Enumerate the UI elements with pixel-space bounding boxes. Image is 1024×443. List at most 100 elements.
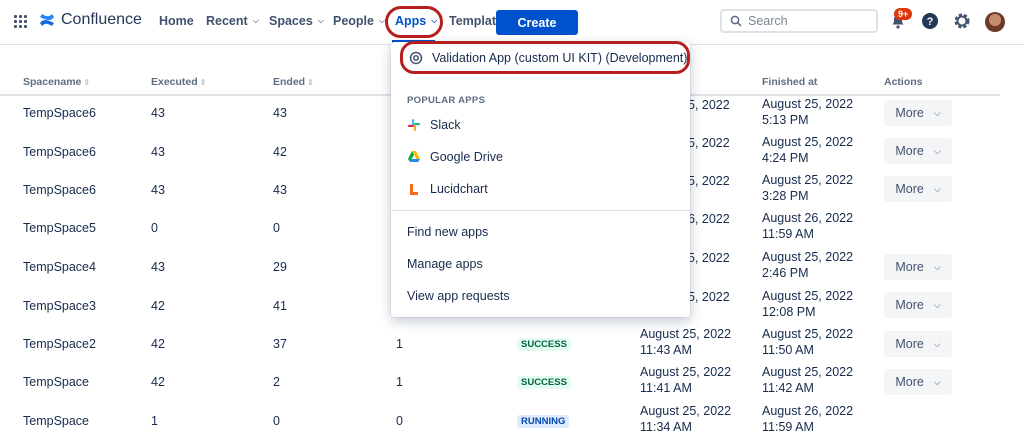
more-button[interactable]: More ⌵ [884, 292, 952, 318]
cell-count: 1 [396, 337, 403, 351]
column-header-ended[interactable]: Ended ⇕ [273, 76, 314, 88]
cell-finished-at: August 26, 2022 11:59 AM [762, 210, 853, 242]
cell-count: 1 [396, 375, 403, 389]
cell-spacename: TempSpace3 [23, 299, 96, 313]
popular-apps-heading: POPULAR APPS [407, 95, 486, 106]
cell-ended: 2 [273, 375, 280, 389]
menu-item-label: Manage apps [407, 257, 483, 271]
menu-item-manage-apps[interactable]: Manage apps [407, 257, 483, 271]
started-date: August 25, 2022 [640, 327, 732, 341]
finished-time: 5:13 PM [762, 113, 809, 127]
cell-ended: 29 [273, 260, 287, 274]
confluence-logo-icon [40, 14, 54, 26]
more-label: More [895, 337, 924, 351]
cell-spacename: TempSpace5 [23, 221, 96, 235]
chevron-down-icon: ⌵ [933, 145, 941, 156]
sort-icon: ⇕ [199, 78, 207, 87]
search-icon [730, 15, 742, 27]
column-header-actions: Actions [884, 76, 923, 88]
sort-icon: ⇕ [83, 78, 91, 87]
status-badge: SUCCESS [517, 338, 571, 351]
finished-time: 11:50 AM [762, 343, 814, 357]
cell-finished-at: August 25, 2022 12:08 PM [762, 288, 853, 320]
more-label: More [895, 375, 924, 389]
more-button[interactable]: More ⌵ [884, 331, 952, 357]
more-label: More [895, 260, 924, 274]
cell-started-at: 5, 2022 [688, 98, 730, 112]
nav-recent-label: Recent [206, 14, 248, 28]
nav-people[interactable]: People ⌵ [333, 14, 385, 28]
notification-badge: 9+ [894, 8, 913, 20]
started-time: 11:41 AM [640, 381, 692, 395]
cell-started-at: 5, 2022 [688, 136, 730, 150]
nav-home[interactable]: Home [159, 14, 194, 28]
chevron-down-icon: ⌵ [933, 183, 941, 194]
cell-executed: 42 [151, 375, 165, 389]
avatar[interactable] [985, 12, 1005, 32]
cell-ended: 0 [273, 221, 280, 235]
finished-date: August 26, 2022 [762, 404, 854, 418]
finished-time: 11:42 AM [762, 381, 814, 395]
more-button[interactable]: More ⌵ [884, 100, 952, 126]
column-header-executed[interactable]: Executed ⇕ [151, 76, 206, 88]
started-time: 11:43 AM [640, 343, 692, 357]
menu-item-slack[interactable]: Slack [407, 118, 461, 132]
search-input[interactable]: Search [720, 9, 878, 33]
lucidchart-icon [410, 184, 418, 195]
menu-item-find-new-apps[interactable]: Find new apps [407, 225, 488, 239]
chevron-down-icon: ⌵ [933, 107, 941, 118]
table-row: TempSpace 42 2 1 SUCCESS August 25, 2022… [0, 364, 1000, 402]
cell-finished-at: August 25, 2022 5:13 PM [762, 96, 853, 128]
cell-started-at: August 25, 2022 11:34 AM [640, 403, 731, 435]
menu-item-label: Lucidchart [430, 182, 488, 196]
cell-executed: 43 [151, 145, 165, 159]
cell-spacename: TempSpace4 [23, 260, 96, 274]
cell-started-at: August 25, 2022 11:41 AM [640, 364, 731, 396]
cell-ended: 43 [273, 106, 287, 120]
app-name: Confluence [61, 11, 142, 28]
column-header-label: Actions [884, 76, 923, 88]
cell-ended: 42 [273, 145, 287, 159]
cell-ended: 0 [273, 414, 280, 428]
cell-executed: 42 [151, 337, 165, 351]
cell-finished-at: August 25, 2022 2:46 PM [762, 249, 853, 281]
more-label: More [895, 144, 924, 158]
top-navigation: Confluence Home Recent ⌵ Spaces ⌵ People ⌵ … [0, 0, 1024, 45]
cell-ended: 37 [273, 337, 287, 351]
cell-finished-at: August 25, 2022 11:42 AM [762, 364, 853, 396]
menu-item-view-app-requests[interactable]: View app requests [407, 289, 510, 303]
cell-started-at: 5, 2022 [688, 290, 730, 304]
nav-spaces[interactable]: Spaces ⌵ [269, 14, 324, 28]
help-button[interactable]: ? [921, 12, 939, 33]
more-label: More [895, 298, 924, 312]
more-button[interactable]: More ⌵ [884, 369, 952, 395]
finished-time: 2:46 PM [762, 266, 809, 280]
menu-item-google-drive[interactable]: Google Drive [407, 150, 503, 164]
annotation-highlight-validation-app [400, 41, 690, 74]
nav-people-label: People [333, 14, 374, 28]
cell-ended: 41 [273, 299, 287, 313]
column-header-spacename[interactable]: Spacename ⇕ [23, 76, 90, 88]
more-button[interactable]: More ⌵ [884, 138, 952, 164]
cell-executed: 43 [151, 106, 165, 120]
app-switcher-icon[interactable] [14, 15, 28, 29]
more-button[interactable]: More ⌵ [884, 254, 952, 280]
menu-item-label: Google Drive [430, 150, 503, 164]
more-label: More [895, 106, 924, 120]
cell-started-at: 6, 2022 [688, 212, 730, 226]
settings-button[interactable] [953, 12, 971, 33]
nav-recent[interactable]: Recent ⌵ [206, 14, 259, 28]
finished-date: August 25, 2022 [762, 327, 854, 341]
column-header-label: Ended [273, 76, 306, 88]
chevron-down-icon: ⌵ [933, 261, 941, 272]
confluence-logo[interactable]: Confluence [38, 11, 142, 29]
column-header-finished-at[interactable]: Finished at [762, 76, 817, 88]
cell-finished-at: August 25, 2022 11:50 AM [762, 326, 853, 358]
create-button[interactable]: Create [496, 10, 578, 35]
help-icon: ? [922, 13, 938, 29]
more-button[interactable]: More ⌵ [884, 176, 952, 202]
cell-spacename: TempSpace2 [23, 337, 96, 351]
cell-finished-at: August 25, 2022 4:24 PM [762, 134, 853, 166]
status-badge: RUNNING [517, 415, 570, 428]
menu-item-lucidchart[interactable]: Lucidchart [407, 182, 488, 196]
